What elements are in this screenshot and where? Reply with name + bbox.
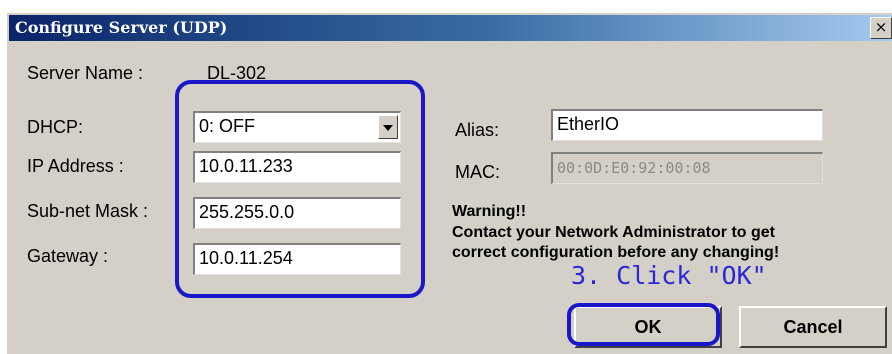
cancel-button-label: Cancel — [783, 317, 843, 337]
title-bar: Configure Server (UDP) × — [9, 15, 892, 41]
warning-line-1: Contact your Network Administrator to ge… — [452, 224, 775, 241]
mac-value: 00:0D:E0:92:00:08 — [557, 159, 711, 177]
dhcp-label: DHCP: — [27, 117, 84, 137]
server-name-label: Server Name : — [27, 63, 144, 83]
warning-title: Warning!! — [452, 203, 527, 220]
network-fields-highlight — [175, 80, 425, 298]
instruction-annotation: 3. Click "OK" — [571, 261, 767, 290]
mac-field: 00:0D:E0:92:00:08 — [551, 152, 823, 184]
ok-button-highlight — [567, 303, 720, 346]
subnet-mask-label: Sub-net Mask : — [27, 201, 149, 221]
alias-value: EtherIO — [557, 114, 620, 134]
ip-address-label: IP Address : — [27, 156, 124, 176]
mac-label: MAC: — [455, 162, 500, 182]
gateway-label: Gateway : — [27, 246, 109, 266]
close-icon: × — [874, 18, 888, 36]
window-title: Configure Server (UDP) — [15, 18, 228, 37]
alias-input[interactable]: EtherIO — [551, 109, 823, 141]
configure-server-dialog: Configure Server (UDP) × Server Name : D… — [6, 12, 892, 354]
alias-label: Alias: — [455, 120, 500, 140]
close-button[interactable]: × — [870, 17, 892, 39]
warning-line-2: correct configuration before any changin… — [452, 244, 780, 261]
cancel-button[interactable]: Cancel — [739, 306, 887, 348]
